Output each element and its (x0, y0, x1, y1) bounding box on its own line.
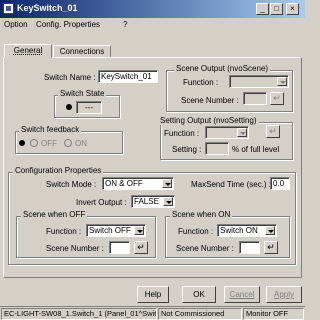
apply-button[interactable]: Apply (266, 286, 302, 303)
menu-config-properties[interactable]: Config. Properties (36, 20, 100, 29)
scene-output-function-select (229, 75, 289, 88)
switch-name-field[interactable]: KeySwitch_01 (98, 70, 158, 83)
scene-on-number-label: Scene Number : (176, 244, 234, 253)
switch-mode-label: Switch Mode : (46, 180, 97, 189)
feedback-on-radio[interactable] (64, 139, 72, 147)
status-commission: Not Commissioned (158, 308, 242, 320)
minimize-button[interactable]: _ (256, 3, 269, 15)
scene-output-number-label: Scene Number : (181, 96, 239, 105)
maximize-button[interactable]: □ (270, 3, 283, 15)
scene-output-enter-button: ↵ (270, 92, 284, 105)
scene-off-number-label: Scene Number : (46, 244, 104, 253)
switch-name-label: Switch Name : (44, 73, 96, 82)
scene-on-function-select[interactable]: Switch ON (217, 224, 277, 237)
scene-off-enter-button[interactable]: ↵ (134, 241, 148, 254)
scene-on-title: Scene when ON (170, 210, 233, 219)
window-title: KeySwitch_01 (17, 3, 78, 13)
invert-output-label: Invert Output : (76, 198, 127, 207)
scene-on-function-label: Function : (178, 227, 214, 236)
status-monitor: Monitor OFF (243, 308, 304, 320)
setting-output-setting-field (205, 142, 229, 155)
app-icon (3, 3, 14, 14)
switch-feedback-led (19, 140, 25, 146)
scene-output-function-label: Function : (183, 78, 219, 87)
setting-output-function-select (205, 126, 249, 139)
scene-output-title: Scene Output (nvoScene) (174, 64, 271, 73)
feedback-off-radio[interactable] (30, 139, 38, 147)
status-device-path: EC-LIGHT-SW08_1.Switch_1 (Panel_01^Switc… (1, 308, 157, 320)
switch-state-title: Switch State (58, 89, 107, 98)
scene-on-enter-button[interactable]: ↵ (264, 241, 278, 254)
scene-off-function-select[interactable]: Switch OFF (86, 224, 146, 237)
scene-on-number-field[interactable] (239, 241, 260, 254)
close-button[interactable]: × (286, 3, 299, 15)
setting-output-setting-label: Setting : (172, 145, 202, 154)
setting-output-function-label: Function : (164, 129, 200, 138)
invert-output-select[interactable]: FALSE (131, 195, 175, 208)
maxsend-time-field[interactable]: 0.0 (270, 177, 290, 190)
setting-output-unit-label: % of full level (232, 145, 280, 154)
feedback-on-label: ON (75, 139, 87, 148)
maxsend-time-label: MaxSend Time (sec.) : (191, 180, 272, 189)
switch-state-field: --- (76, 101, 102, 114)
setting-output-title: Setting Output (nvoSetting) (158, 116, 259, 125)
scene-output-number-field (243, 92, 267, 105)
cancel-button[interactable]: Cancel (224, 286, 260, 303)
scene-off-title: Scene when OFF (21, 210, 88, 219)
scene-off-function-label: Function : (46, 227, 82, 236)
ok-button[interactable]: OK (182, 286, 216, 303)
menu-option[interactable]: Option (4, 20, 28, 29)
setting-output-enter-button: ↵ (266, 125, 280, 138)
scene-off-number-field[interactable] (109, 241, 130, 254)
menu-bar: Option Config. Properties ? (0, 18, 305, 32)
status-bar: EC-LIGHT-SW08_1.Switch_1 (Panel_01^Switc… (0, 306, 305, 320)
help-button[interactable]: Help (137, 286, 169, 303)
switch-state-led (66, 104, 72, 110)
tab-general[interactable]: General (4, 44, 52, 58)
menu-help[interactable]: ? (123, 20, 127, 29)
feedback-off-label: OFF (41, 139, 57, 148)
title-bar: KeySwitch_01 _ □ × (0, 0, 305, 18)
config-properties-title: Configuration Properties (13, 166, 104, 175)
switch-mode-select[interactable]: ON & OFF (102, 177, 174, 190)
switch-feedback-title: Switch feedback (19, 125, 82, 134)
